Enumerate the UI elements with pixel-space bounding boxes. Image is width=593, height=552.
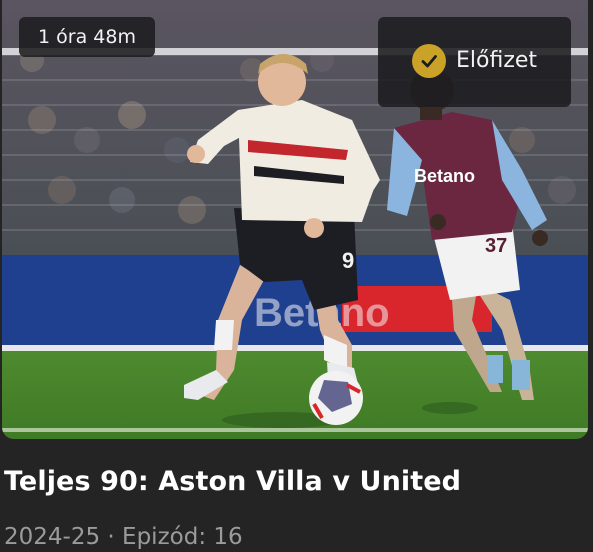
right-player-number: 37 <box>485 235 507 257</box>
subscribe-badge[interactable]: Előfizet <box>378 17 571 107</box>
checkmark-badge-icon <box>412 44 446 78</box>
right-player-sponsor: Betano <box>414 166 475 186</box>
video-title[interactable]: Teljes 90: Aston Villa v United <box>4 466 461 497</box>
season-label: 2024-25 <box>4 524 101 550</box>
duration-badge: 1 óra 48m <box>19 17 155 57</box>
left-player-number: 9 <box>342 248 354 273</box>
episode-label: Epizód: 16 <box>122 524 243 550</box>
football <box>309 371 363 425</box>
video-card[interactable]: Betano Betano 37 <box>0 0 593 552</box>
meta-separator: · <box>107 524 115 550</box>
subscribe-label: Előfizet <box>456 48 538 73</box>
duration-label: 1 óra 48m <box>38 26 136 48</box>
video-meta: 2024-25 · Epizód: 16 <box>4 524 243 550</box>
